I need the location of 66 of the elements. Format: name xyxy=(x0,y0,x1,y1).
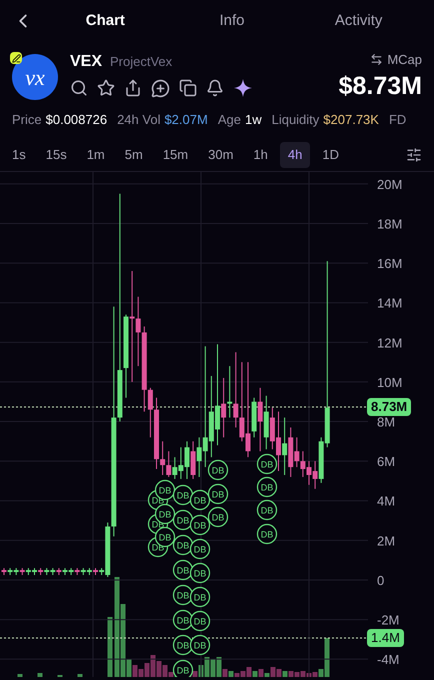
timeframe-tab[interactable]: 30m xyxy=(200,142,242,168)
trade-marker: DB xyxy=(190,490,210,510)
sparkle-icon[interactable] xyxy=(233,78,253,98)
trade-marker: DB xyxy=(190,586,210,608)
share-icon[interactable] xyxy=(124,79,142,97)
axis-label: -4M xyxy=(377,652,400,668)
tab[interactable]: Activity xyxy=(295,10,422,32)
token-symbol: VEX xyxy=(70,52,102,72)
timeframe-tab[interactable]: 1h xyxy=(245,142,276,168)
tab[interactable]: Info xyxy=(168,10,296,32)
trade-marker: DB xyxy=(190,538,210,560)
trade-marker: DB xyxy=(190,514,210,536)
axis-label: -2M xyxy=(377,612,400,628)
market-cap-value: $8.73M xyxy=(338,70,422,102)
timeframe-tab[interactable]: 4h xyxy=(280,142,310,168)
timeframe-tab[interactable]: 5m xyxy=(116,142,151,168)
trade-marker: DB xyxy=(190,634,210,656)
settings-icon[interactable] xyxy=(406,147,422,163)
stat-value: $2.07M xyxy=(164,110,208,128)
stat-label: Age xyxy=(218,110,241,129)
stat-label: Price xyxy=(12,110,42,128)
chat-plus-icon[interactable] xyxy=(151,78,170,98)
axis-label: 16M xyxy=(377,256,402,272)
trade-marker: DB xyxy=(208,460,228,480)
timeframe-tab[interactable]: 1D xyxy=(314,142,347,168)
axis-label: 2M xyxy=(377,533,396,548)
axis-label: 0 xyxy=(377,572,384,588)
timeframe-tab[interactable]: 15s xyxy=(38,142,75,168)
tab[interactable]: Chart xyxy=(42,10,169,32)
trade-marker: DB xyxy=(208,484,228,504)
stat-label: Liquidity xyxy=(272,110,320,129)
search-icon[interactable] xyxy=(70,79,88,97)
stat-label: FD xyxy=(388,110,406,128)
trade-marker: DB xyxy=(208,506,228,528)
trade-marker: DB xyxy=(172,660,194,677)
axis-label: 6M xyxy=(377,454,396,470)
trade-marker: DB xyxy=(256,524,278,544)
trade-marker: DB xyxy=(190,562,210,584)
stat-label: 24h Vol xyxy=(117,110,160,128)
axis-label: 20M xyxy=(377,176,402,192)
trade-marker: DB xyxy=(256,454,278,474)
trade-marker: DB xyxy=(256,500,278,520)
star-icon[interactable] xyxy=(97,79,115,97)
stat-value: $207.73K xyxy=(323,110,379,128)
axis-label: 8M xyxy=(377,414,396,430)
swap-icon xyxy=(370,53,384,66)
axis-label: 10M xyxy=(377,374,402,390)
timeframe-tab[interactable]: 15m xyxy=(154,142,196,168)
volume-tag: 1.4M xyxy=(367,629,404,647)
bell-icon[interactable] xyxy=(206,79,224,97)
pen-badge-icon xyxy=(10,52,22,64)
copy-icon[interactable] xyxy=(179,79,197,97)
trade-marker: DB xyxy=(190,610,210,632)
timeframe-tab[interactable]: 1s xyxy=(4,142,34,168)
mcap-toggle[interactable]: MCap xyxy=(370,50,422,70)
axis-label: 12M xyxy=(377,335,402,350)
axis-label: 18M xyxy=(377,216,402,232)
stat-value: 1w xyxy=(244,110,262,128)
price-tag: 8.73M xyxy=(367,398,412,416)
token-logo: vx xyxy=(12,54,58,100)
stat-value: $0.008726 xyxy=(46,110,108,128)
token-name: ProjectVex xyxy=(110,53,172,71)
timeframe-tab[interactable]: 1m xyxy=(78,142,113,168)
axis-label: 4M xyxy=(377,494,396,509)
trade-marker: DB xyxy=(256,476,278,498)
axis-label: 14M xyxy=(377,296,402,311)
